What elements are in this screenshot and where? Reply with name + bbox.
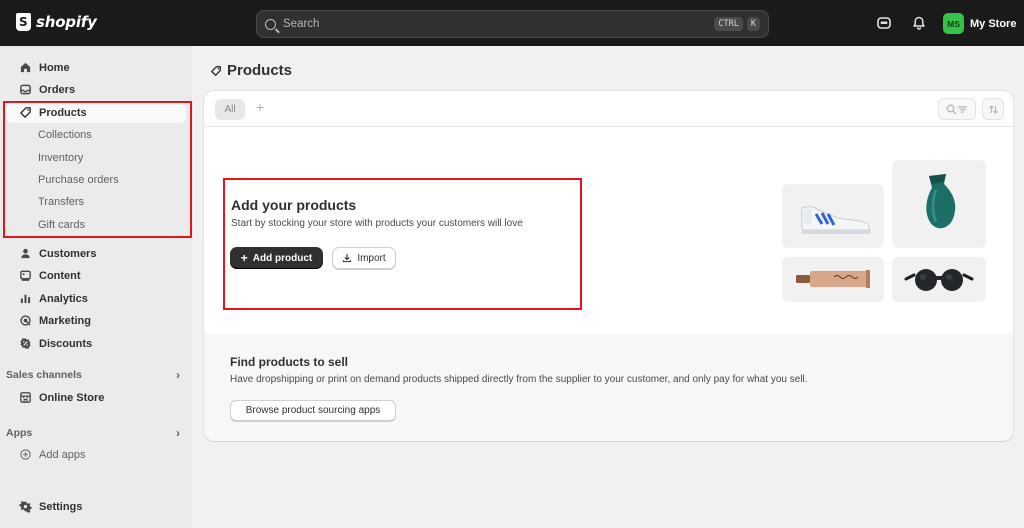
sunglasses-illustration [892,257,986,302]
store-name: My Store [970,17,1017,30]
sidebar-item-label: Add apps [39,448,86,461]
storefront-icon [18,391,32,405]
sidebar-item-online-store[interactable]: Online Store [6,387,186,408]
target-icon [18,314,32,328]
sneaker-illustration [782,184,884,248]
sidebar-item-label: Content [39,269,81,282]
tab-all[interactable]: All [215,99,245,120]
sidebar-item-settings[interactable]: Settings [6,496,186,517]
shortcut-ctrl-key: CTRL [714,17,743,31]
search-icon [265,18,276,30]
sidebar-item-orders[interactable]: Orders [6,79,186,100]
find-products-section: Find products to sell Have dropshipping … [204,334,1013,441]
sidebar-item-label: Discounts [39,337,93,350]
vase-illustration [892,160,986,248]
page-title-text: Products [227,62,293,79]
sidebar-item-discounts[interactable]: Discounts [6,333,186,354]
sidekick-icon[interactable] [876,15,892,31]
content-icon [18,269,32,283]
find-products-description: Have dropshipping or print on demand pro… [230,374,808,385]
logo-text: shopify [36,13,97,31]
sidebar-item-label: Settings [39,500,83,513]
sidebar-item-customers[interactable]: Customers [6,243,186,264]
inbox-icon [18,83,32,97]
sales-channels-header[interactable]: Sales channels › [6,368,186,382]
sidebar-item-label: Online Store [39,391,105,404]
chevron-right-icon: › [176,368,180,382]
plus-circle-icon [18,448,32,462]
store-menu[interactable]: MS My Store [943,13,1016,34]
top-bar: shopify CTRL K MS My Store [0,0,1024,46]
bell-icon[interactable] [911,15,927,31]
sort-button[interactable] [982,98,1004,120]
sidebar-item-add-apps[interactable]: Add apps [6,444,186,465]
add-products-highlight-box [223,178,582,310]
sidebar-item-label: Home [39,61,70,74]
gear-icon [18,500,32,514]
page-title: Products [210,62,292,79]
sidebar-item-content[interactable]: Content [6,265,186,286]
sidebar-item-analytics[interactable]: Analytics [6,288,186,309]
home-icon [18,61,32,75]
filter-icon [958,105,967,113]
add-view-button[interactable]: + [256,99,264,115]
sidebar-item-label: Marketing [39,314,91,327]
bar-chart-icon [18,292,32,306]
search-bar[interactable]: CTRL K [256,10,769,38]
search-filter-button[interactable] [938,98,976,120]
find-products-title: Find products to sell [230,355,349,369]
tag-icon [211,65,221,76]
sidebar-item-label: Analytics [39,292,88,305]
discount-icon [18,337,32,351]
sales-channels-label: Sales channels [6,369,82,381]
shortcut-k-key: K [746,17,760,31]
tube-illustration [782,257,884,302]
store-avatar: MS [943,13,964,34]
sidebar-item-label: Orders [39,83,76,96]
shopify-logo[interactable]: shopify [16,13,97,31]
search-icon [946,104,957,114]
apps-label: Apps [6,427,33,439]
sidebar-item-home[interactable]: Home [6,57,186,78]
sort-icon [988,104,998,114]
sidebar-item-label: Customers [39,247,97,260]
products-highlight-box [3,101,192,238]
apps-header[interactable]: Apps › [6,426,186,440]
chevron-right-icon: › [176,426,180,440]
sidebar-item-marketing[interactable]: Marketing [6,310,186,331]
browse-sourcing-apps-button[interactable]: Browse product sourcing apps [230,400,396,421]
person-icon [18,247,32,261]
view-tabs: All + [204,91,1013,127]
search-input[interactable] [283,18,711,30]
shopify-bag-icon [16,13,31,31]
